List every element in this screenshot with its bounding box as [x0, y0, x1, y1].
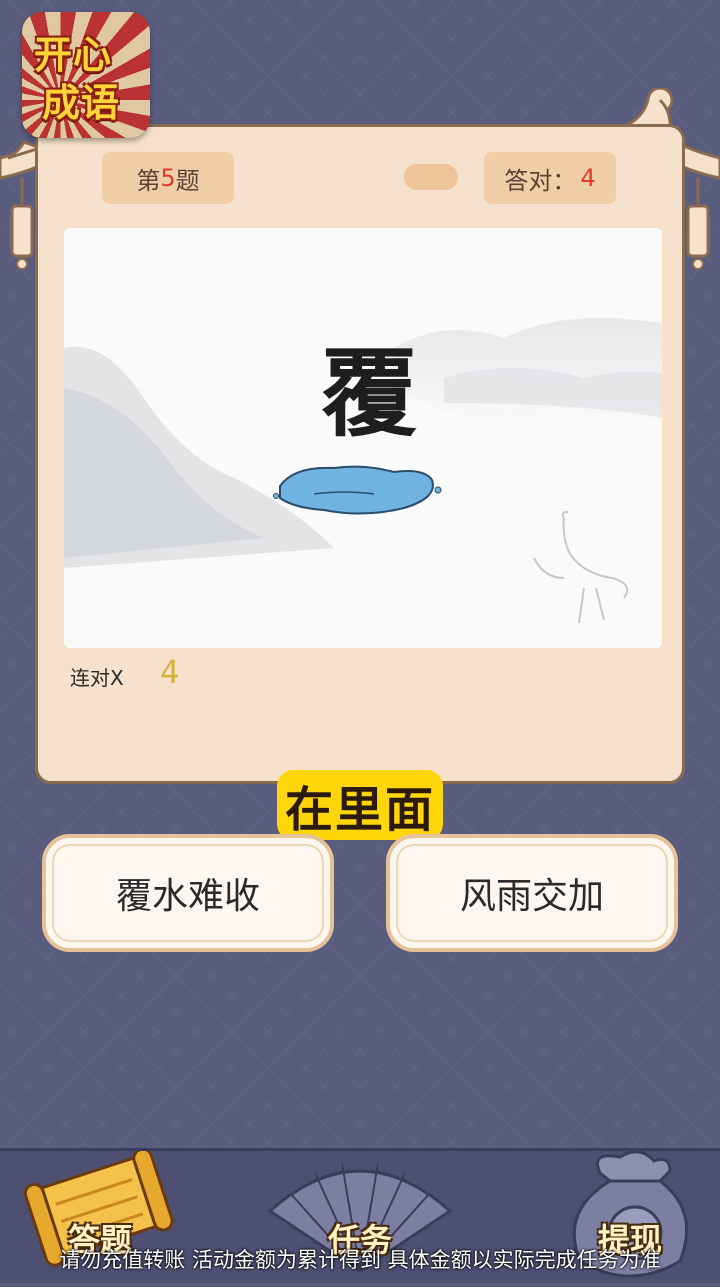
correct-label: 答对： — [504, 166, 577, 195]
puzzle-character: 覆 — [321, 337, 417, 450]
question-number: 5 — [160, 164, 176, 192]
question-suffix: 题 — [175, 166, 200, 195]
streak-value: 4 — [160, 653, 180, 691]
logo-text-line1: 开心 — [34, 33, 113, 77]
disclaimer-text: 请勿充值转账 活动金额为累计得到 具体金额以实际完成任务为准 — [59, 1248, 661, 1272]
question-number-badge: 第5题 — [102, 152, 234, 204]
correct-count: 4 — [580, 164, 596, 192]
streak-label: 连对X — [70, 666, 124, 690]
logo-text-line2: 成语 — [42, 81, 121, 125]
answer-option-1[interactable]: 覆水难收 — [42, 834, 334, 952]
center-pill-decoration — [404, 164, 458, 190]
answer-option-2[interactable]: 风雨交加 — [386, 834, 678, 952]
question-prefix: 第 — [136, 166, 161, 195]
correct-count-badge: 答对： 4 — [484, 152, 616, 204]
hint-text: 在里面 — [276, 770, 443, 840]
puzzle-image: 覆 — [64, 228, 662, 648]
app-logo: 开心 成语 — [22, 12, 150, 138]
hint-caption: 在里面 — [0, 770, 720, 840]
